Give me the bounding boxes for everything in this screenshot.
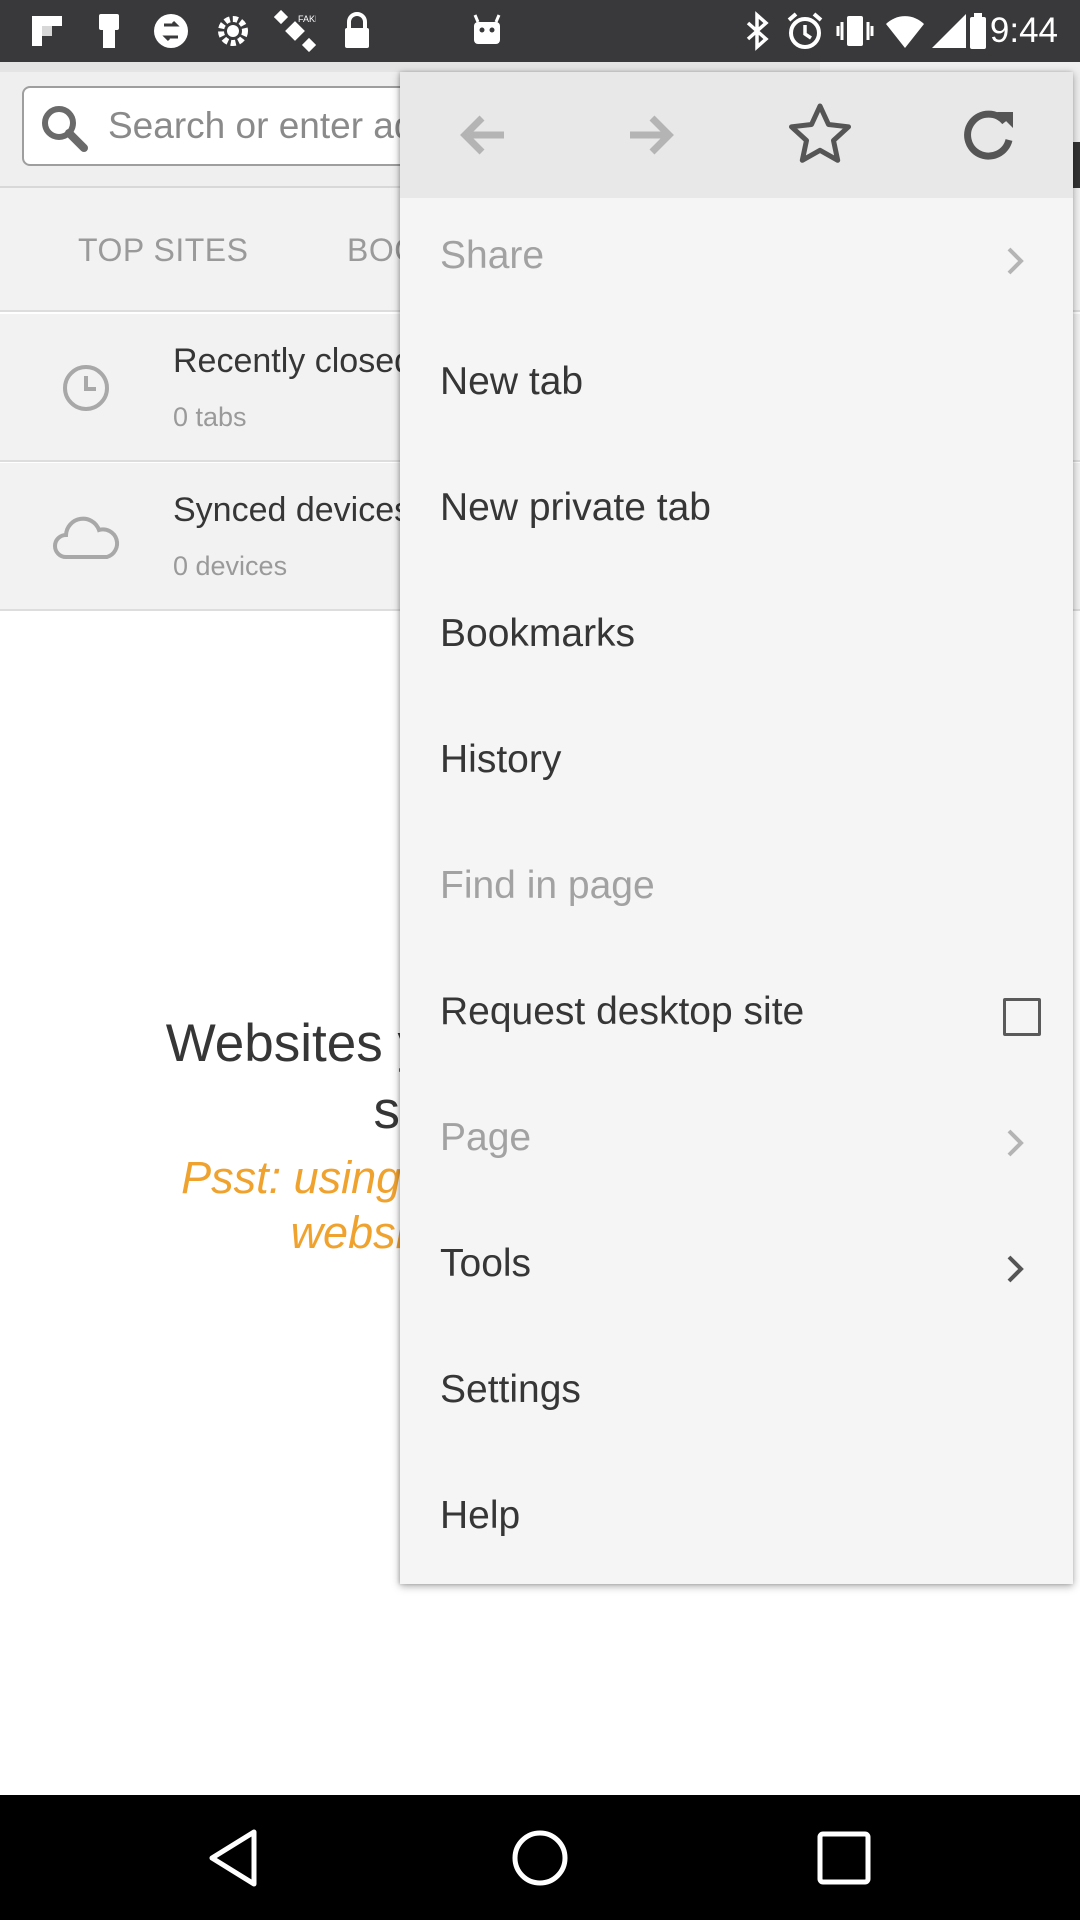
row-title: Synced devices <box>173 491 412 529</box>
menu-item-settings[interactable]: Settings <box>400 1332 1073 1458</box>
wifi-icon <box>884 10 926 52</box>
home-circle-icon[interactable] <box>502 1820 578 1896</box>
menu-label: Help <box>440 1494 521 1537</box>
menu-label: New private tab <box>440 486 711 529</box>
desktop-site-checkbox[interactable] <box>1003 998 1041 1036</box>
recents-square-icon[interactable] <box>806 1820 882 1896</box>
chevron-right-icon <box>995 1249 1035 1289</box>
menu-item-history[interactable]: History <box>400 702 1073 828</box>
status-time: 9:44 <box>989 11 1058 50</box>
menu-label: Bookmarks <box>440 612 636 655</box>
menu-label: Page <box>440 1116 532 1159</box>
menu-label: New tab <box>440 360 584 403</box>
svg-text:FAKE: FAKE <box>298 14 316 24</box>
gear-icon <box>212 10 254 52</box>
chevron-right-icon <box>995 241 1035 281</box>
menu-item-page[interactable]: Page <box>400 1080 1073 1206</box>
row-subtitle: 0 tabs <box>173 402 247 432</box>
tab-top-sites[interactable]: TOP SITES <box>78 232 248 269</box>
lock-icon <box>336 10 378 52</box>
menu-label: Tools <box>440 1242 532 1285</box>
satellite-icon: FAKE <box>273 9 321 53</box>
menu-item-new-tab[interactable]: New tab <box>400 324 1073 450</box>
cloud-icon <box>50 509 122 565</box>
flipboard-icon <box>26 10 68 52</box>
usb-icon <box>88 10 130 52</box>
bluetooth-icon <box>736 10 778 52</box>
back-triangle-icon[interactable] <box>198 1820 274 1896</box>
menu-label: Settings <box>440 1368 581 1411</box>
star-icon[interactable] <box>785 100 855 170</box>
search-icon <box>38 102 90 154</box>
row-title: Recently closed <box>173 342 414 380</box>
tab-strip-edge <box>0 62 820 72</box>
menu-item-tools[interactable]: Tools <box>400 1206 1073 1332</box>
menu-item-help[interactable]: Help <box>400 1458 1073 1584</box>
back-arrow-icon[interactable] <box>448 100 518 170</box>
menu-action-bar <box>400 72 1073 198</box>
menu-item-find-in-page[interactable]: Find in page <box>400 828 1073 954</box>
menu-label: History <box>440 738 562 781</box>
forward-arrow-icon[interactable] <box>616 100 686 170</box>
sync-circle-icon <box>150 10 192 52</box>
cellular-icon <box>928 10 970 52</box>
clock-icon <box>50 360 122 416</box>
android-icon <box>466 10 508 52</box>
menu-label: Find in page <box>440 864 655 907</box>
system-nav-bar <box>0 1795 1080 1920</box>
menu-label: Request desktop site <box>440 990 805 1033</box>
battery-icon <box>968 10 988 52</box>
menu-item-bookmarks[interactable]: Bookmarks <box>400 576 1073 702</box>
vibrate-icon <box>834 10 876 52</box>
menu-item-share[interactable]: Share <box>400 198 1073 324</box>
chevron-right-icon <box>995 1123 1035 1163</box>
status-bar: FAKE 9:44 <box>0 0 1080 62</box>
alarm-icon <box>784 10 826 52</box>
menu-item-request-desktop-site[interactable]: Request desktop site <box>400 954 1073 1080</box>
overflow-menu: Share New tab New private tab Bookmarks … <box>400 72 1073 1584</box>
reload-icon[interactable] <box>953 100 1023 170</box>
menu-item-new-private-tab[interactable]: New private tab <box>400 450 1073 576</box>
menu-label: Share <box>440 234 545 277</box>
row-subtitle: 0 devices <box>173 551 288 581</box>
